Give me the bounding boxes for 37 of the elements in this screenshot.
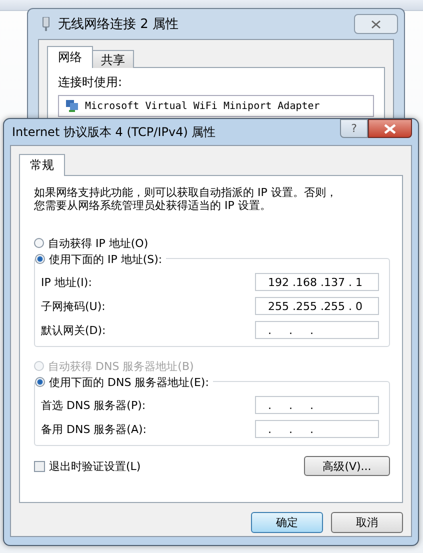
description-text: 如果网络支持此功能，则可以获取自动指派的 IP 设置。否则，您需要从网络系统管理员处获得适当的 IP 设置。: [34, 186, 338, 212]
ip-address-field[interactable]: . . .: [255, 321, 379, 339]
tab[interactable]: 共享: [92, 50, 134, 68]
radio-button[interactable]: [35, 377, 45, 387]
cancel-button[interactable]: 取消: [331, 512, 403, 533]
ip-address-field[interactable]: . . .: [255, 396, 379, 414]
radio-button[interactable]: [34, 238, 44, 248]
radio-label: 使用下面的 IP 地址(S):: [49, 252, 162, 266]
close-button[interactable]: [354, 14, 398, 34]
radio-label: 自动获得 DNS 服务器地址(B): [48, 358, 194, 374]
ip-address-field[interactable]: . . .: [255, 420, 379, 438]
close-icon: [384, 124, 396, 134]
tab[interactable]: 网络: [47, 46, 93, 68]
advanced-button[interactable]: 高级(V)...: [304, 456, 390, 476]
adapter-name: Microsoft Virtual WiFi Miniport Adapter: [85, 100, 320, 112]
close-icon: [371, 20, 381, 28]
window-title: 无线网络连接 2 属性: [58, 16, 180, 33]
radio-label: 使用下面的 DNS 服务器地址(E):: [49, 374, 209, 390]
window-title: Internet 协议版本 4 (TCP/IPv4) 属性: [12, 124, 217, 140]
field-label: 首选 DNS 服务器(P):: [41, 398, 146, 412]
ok-button[interactable]: 确定: [251, 512, 323, 533]
ip-address-field[interactable]: 255 .255 .255 . 0: [255, 297, 379, 315]
checkbox[interactable]: [34, 460, 45, 472]
field-label: 连接时使用:: [58, 74, 124, 91]
help-button[interactable]: ?: [340, 119, 368, 138]
radio-button[interactable]: [35, 254, 45, 264]
checkbox-label: 退出时验证设置(L): [49, 458, 141, 474]
field-label: 默认网关(D):: [41, 322, 106, 338]
ip-address-field[interactable]: 192 .168 .137 . 1: [255, 273, 379, 291]
radio-label: 自动获得 IP 地址(O): [48, 236, 148, 250]
close-button[interactable]: [368, 119, 412, 138]
network-adapter-icon: [42, 17, 50, 31]
field-label: IP 地址(I):: [41, 274, 92, 290]
field-label: 备用 DNS 服务器(A):: [41, 422, 146, 436]
field-label: 子网掩码(U):: [41, 298, 106, 314]
tab[interactable]: 常规: [19, 154, 65, 176]
network-adapter-icon: [65, 99, 79, 113]
